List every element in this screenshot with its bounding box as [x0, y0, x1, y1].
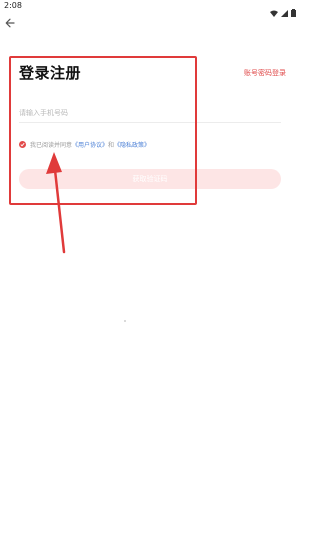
get-code-button[interactable]: 获取验证码	[19, 169, 281, 189]
check-icon	[20, 142, 25, 147]
loading-dot	[124, 320, 126, 322]
agreement-prefix: 我已阅读并同意	[30, 142, 73, 149]
status-icons	[270, 2, 296, 21]
status-bar: 2:08	[0, 0, 300, 17]
page-title: 登录注册	[19, 64, 82, 82]
user-agreement-link[interactable]: 《用户协议》	[72, 140, 108, 149]
agreement-row: 我已阅读并同意 《用户协议》 和 《隐私政策》	[19, 140, 150, 149]
battery-icon	[291, 2, 296, 21]
back-button[interactable]	[2, 14, 18, 30]
privacy-policy-link[interactable]: 《隐私政策》	[114, 140, 150, 149]
agreement-checkbox[interactable]	[19, 141, 26, 148]
phone-number-input[interactable]	[19, 104, 281, 123]
wifi-icon	[270, 2, 278, 21]
password-login-link[interactable]: 账号密码登录	[244, 68, 286, 78]
login-screen: 2:08 登录注册 账号密码登录 我已阅读并同意 《用户协议》 和	[0, 0, 300, 543]
status-time: 2:08	[4, 1, 22, 10]
arrow-left-icon	[5, 13, 15, 32]
signal-icon	[281, 2, 288, 21]
